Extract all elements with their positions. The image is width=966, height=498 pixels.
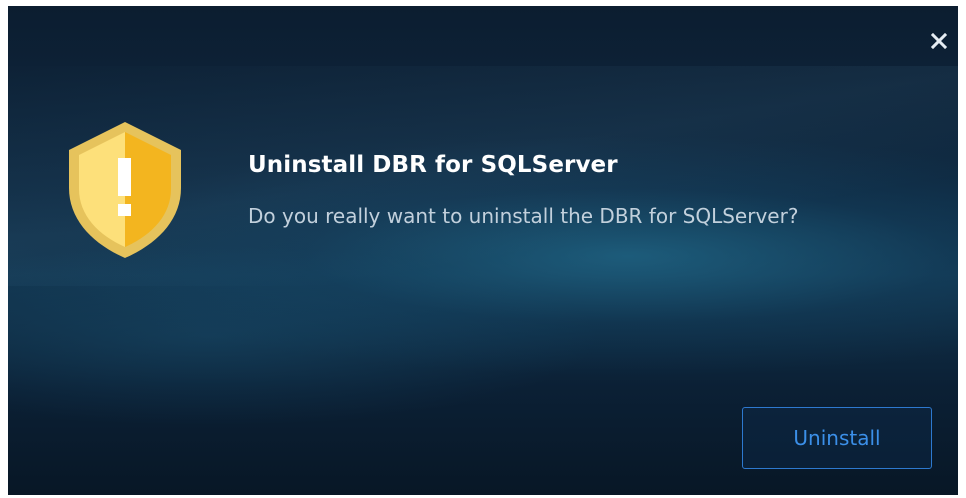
uninstall-button[interactable]: Uninstall	[742, 407, 932, 469]
close-button[interactable]	[926, 28, 952, 54]
dialog-message: Do you really want to uninstall the DBR …	[248, 204, 799, 228]
dialog-title: Uninstall DBR for SQLServer	[248, 152, 618, 178]
close-icon	[931, 33, 947, 49]
shield-warning-icon	[69, 122, 181, 258]
uninstall-dialog: Uninstall DBR for SQLServer Do you reall…	[8, 6, 958, 495]
